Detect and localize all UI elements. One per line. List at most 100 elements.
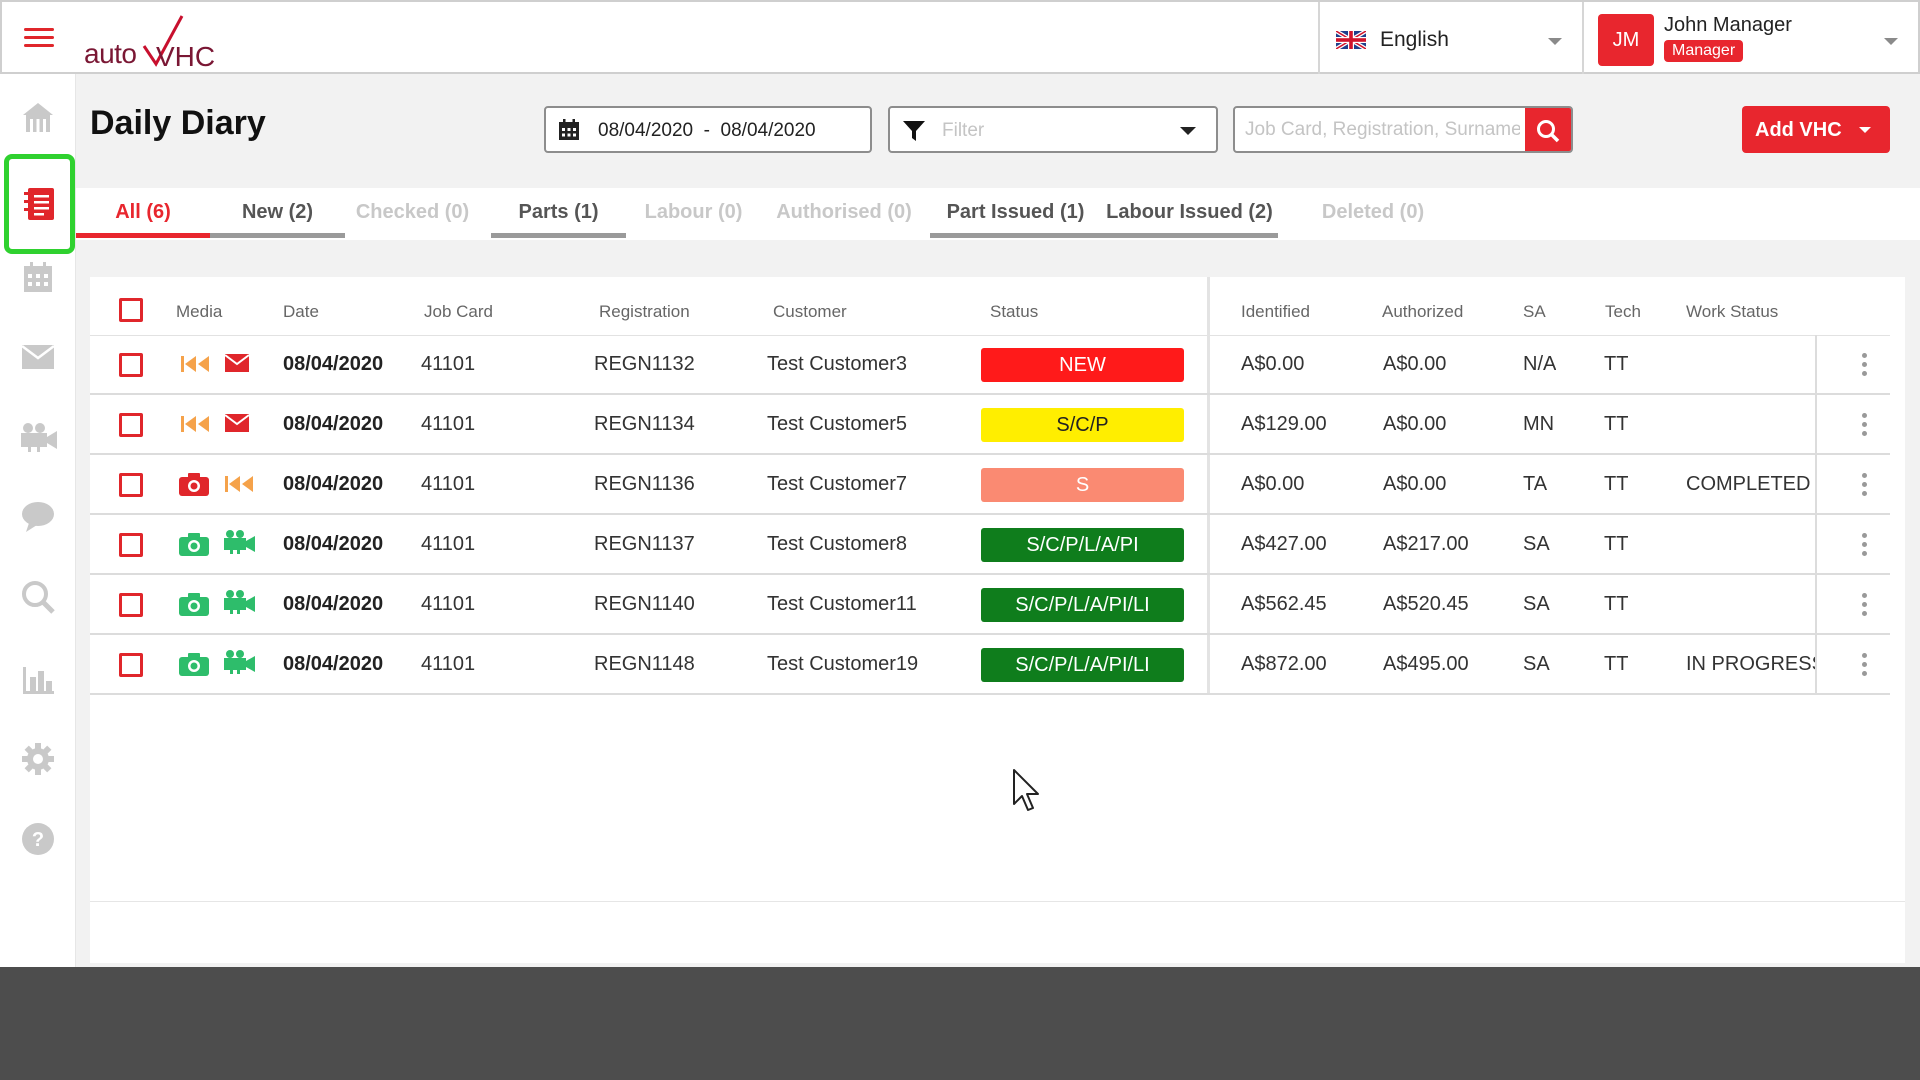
chevron-down-icon xyxy=(1859,127,1871,133)
column-header-status[interactable]: Status xyxy=(990,302,1038,322)
sidebar-item-chat[interactable] xyxy=(0,484,76,550)
email-icon[interactable] xyxy=(224,413,250,433)
row-checkbox[interactable] xyxy=(119,353,143,377)
row-checkbox[interactable] xyxy=(119,533,143,557)
sidebar-item-reports[interactable] xyxy=(0,646,76,712)
row-customer: Test Customer8 xyxy=(767,533,908,555)
row-actions-menu-icon[interactable] xyxy=(1858,353,1870,379)
camera-icon[interactable] xyxy=(178,591,210,617)
column-header-registration[interactable]: Registration xyxy=(599,302,690,322)
language-selector[interactable]: English xyxy=(1318,2,1582,74)
row-identified: A$129.00 xyxy=(1241,413,1327,435)
video-camera-icon[interactable] xyxy=(222,529,256,555)
row-authorized: A$0.00 xyxy=(1383,473,1447,495)
select-all-checkbox[interactable] xyxy=(119,298,143,322)
table-row[interactable]: 08/04/2020 41101 REGN1137 Test Customer8… xyxy=(90,515,1890,575)
table-row[interactable]: 08/04/2020 41101 REGN1148 Test Customer1… xyxy=(90,635,1890,695)
home-icon xyxy=(23,103,53,132)
sidebar-item-home[interactable] xyxy=(0,84,76,150)
row-checkbox[interactable] xyxy=(119,653,143,677)
row-tech: TT xyxy=(1604,533,1629,555)
tab-labour-issued[interactable]: Labour Issued (2) xyxy=(1101,188,1278,238)
row-date: 08/04/2020 xyxy=(283,653,384,675)
filter-dropdown[interactable]: Filter xyxy=(888,106,1218,153)
chevron-down-icon xyxy=(1180,127,1196,135)
add-vhc-label: Add VHC xyxy=(1755,119,1842,141)
row-checkbox[interactable] xyxy=(119,473,143,497)
add-vhc-button[interactable]: Add VHC xyxy=(1742,106,1890,153)
diary-table: Media Date Job Card Registration Custome… xyxy=(90,277,1905,963)
row-identified: A$562.45 xyxy=(1241,593,1327,615)
rewind-icon[interactable] xyxy=(180,353,210,375)
search-icon xyxy=(22,581,55,614)
video-camera-icon[interactable] xyxy=(222,589,256,615)
row-checkbox[interactable] xyxy=(119,593,143,617)
video-camera-icon[interactable] xyxy=(222,649,256,675)
camera-icon[interactable] xyxy=(178,651,210,677)
column-header-sa[interactable]: SA xyxy=(1523,302,1546,322)
camera-icon[interactable] xyxy=(178,471,210,497)
row-actions-menu-icon[interactable] xyxy=(1858,473,1870,499)
column-header-job-card[interactable]: Job Card xyxy=(424,302,493,322)
row-actions-menu-icon[interactable] xyxy=(1858,593,1870,619)
column-header-identified[interactable]: Identified xyxy=(1241,302,1310,322)
row-actions-menu-icon[interactable] xyxy=(1858,653,1870,679)
mouse-cursor-icon xyxy=(1013,769,1039,811)
table-row[interactable]: 08/04/2020 41101 REGN1134 Test Customer5… xyxy=(90,395,1890,455)
row-job-card: 41101 xyxy=(421,473,476,495)
action-divider xyxy=(1815,455,1817,515)
sidebar-item-messages[interactable] xyxy=(0,324,76,390)
row-job-card: 41101 xyxy=(421,593,476,615)
action-divider xyxy=(1815,395,1817,455)
row-sa: MN xyxy=(1523,413,1555,435)
search-input[interactable] xyxy=(1245,116,1520,144)
hamburger-menu-icon[interactable] xyxy=(24,28,54,52)
column-header-authorized[interactable]: Authorized xyxy=(1382,302,1463,322)
row-date: 08/04/2020 xyxy=(283,533,384,555)
tab-deleted[interactable]: Deleted (0) xyxy=(1308,188,1438,238)
table-footer-divider xyxy=(90,901,1905,902)
row-work-status: COMPLETED xyxy=(1686,473,1811,495)
role-badge: Manager xyxy=(1664,40,1744,62)
row-checkbox[interactable] xyxy=(119,413,143,437)
row-date: 08/04/2020 xyxy=(283,473,384,495)
tab-authorised[interactable]: Authorised (0) xyxy=(761,188,927,238)
svg-text:VHC: VHC xyxy=(156,41,215,70)
table-row[interactable]: 08/04/2020 41101 REGN1132 Test Customer3… xyxy=(90,335,1890,395)
column-header-work-status[interactable]: Work Status xyxy=(1686,302,1778,322)
tab-all[interactable]: All (6) xyxy=(76,188,210,238)
row-sa: N/A xyxy=(1523,353,1557,375)
sidebar-item-daily-diary[interactable] xyxy=(4,154,75,254)
email-icon[interactable] xyxy=(224,353,250,373)
column-header-customer[interactable]: Customer xyxy=(773,302,847,322)
table-row[interactable]: 08/04/2020 41101 REGN1136 Test Customer7… xyxy=(90,455,1890,515)
column-header-date[interactable]: Date xyxy=(283,302,319,322)
autovhc-logo[interactable]: auto VHC xyxy=(84,10,215,70)
sidebar-item-settings[interactable] xyxy=(0,726,76,792)
camera-icon[interactable] xyxy=(178,531,210,557)
filter-placeholder: Filter xyxy=(942,120,985,141)
row-tech: TT xyxy=(1604,353,1629,375)
column-header-tech[interactable]: Tech xyxy=(1605,302,1641,322)
row-actions-menu-icon[interactable] xyxy=(1858,533,1870,559)
sidebar-item-search[interactable] xyxy=(0,564,76,630)
row-actions-menu-icon[interactable] xyxy=(1858,413,1870,439)
user-menu[interactable]: JM John Manager Manager xyxy=(1582,2,1920,74)
column-header-media[interactable]: Media xyxy=(176,302,222,322)
sidebar-item-help[interactable]: ? xyxy=(0,806,76,872)
tab-new[interactable]: New (2) xyxy=(210,188,345,238)
row-identified: A$427.00 xyxy=(1241,533,1327,555)
table-row[interactable]: 08/04/2020 41101 REGN1140 Test Customer1… xyxy=(90,575,1890,635)
date-range-picker[interactable]: 08/04/2020 - 08/04/2020 xyxy=(544,106,872,153)
rewind-icon[interactable] xyxy=(180,413,210,435)
sidebar-item-calendar[interactable] xyxy=(0,244,76,310)
tab-parts[interactable]: Parts (1) xyxy=(491,188,626,238)
row-customer: Test Customer7 xyxy=(767,473,908,495)
row-tech: TT xyxy=(1604,473,1629,495)
tab-checked[interactable]: Checked (0) xyxy=(345,188,480,238)
tab-part-issued[interactable]: Part Issued (1) xyxy=(930,188,1101,238)
sidebar-item-videos[interactable] xyxy=(0,404,76,470)
rewind-icon[interactable] xyxy=(224,473,254,495)
search-button[interactable] xyxy=(1525,108,1571,151)
tab-labour[interactable]: Labour (0) xyxy=(626,188,761,238)
